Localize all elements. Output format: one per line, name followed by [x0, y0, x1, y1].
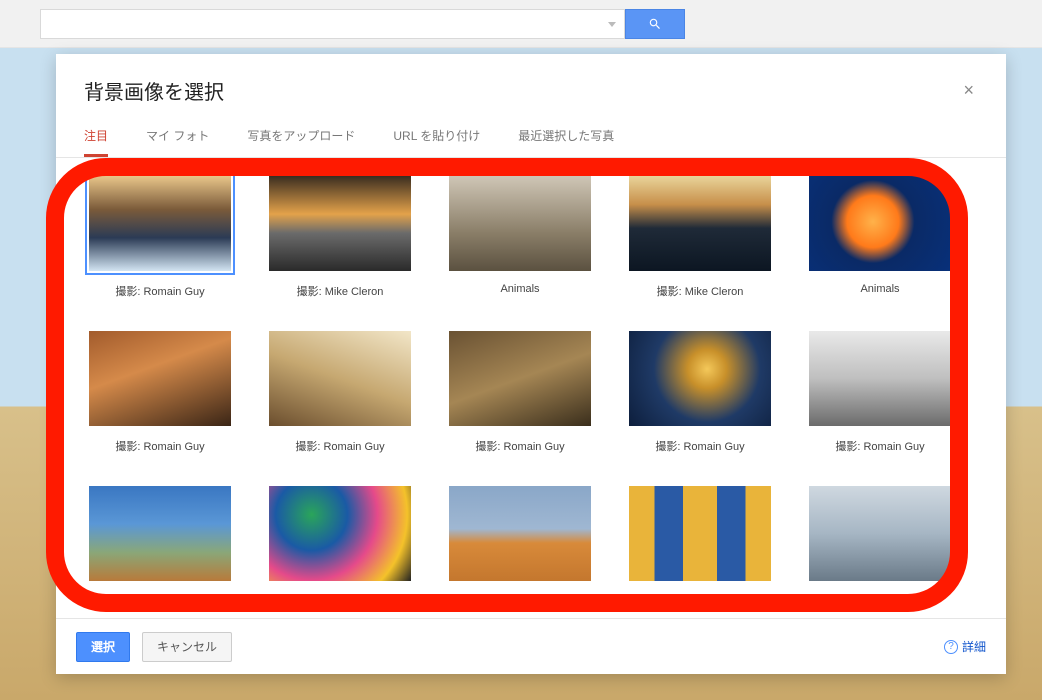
detail-link-label: 詳細 — [962, 638, 986, 655]
image-thumbnail — [809, 486, 951, 581]
close-button[interactable]: × — [959, 76, 978, 105]
dialog-tabs: 注目マイ フォト写真をアップロード URL を貼り付け最近選択した写真 — [56, 119, 1006, 158]
image-option[interactable]: 撮影: Romain Guy — [622, 331, 778, 454]
image-option[interactable] — [622, 486, 778, 593]
image-option[interactable] — [802, 486, 958, 593]
select-button[interactable]: 選択 — [76, 632, 130, 662]
top-search-bar — [0, 0, 1042, 48]
image-grid-container: 撮影: Romain Guy 撮影: Mike Cleron Animals 撮影: … — [56, 158, 1006, 618]
image-option[interactable]: 撮影: Romain Guy — [82, 176, 238, 299]
image-thumbnail — [449, 486, 591, 581]
image-caption: Animals — [860, 283, 899, 295]
search-icon — [648, 17, 662, 31]
image-caption: Animals — [500, 283, 539, 295]
image-thumbnail — [809, 331, 951, 426]
image-caption: 撮影: Romain Guy — [115, 283, 204, 299]
image-option[interactable]: Animals — [802, 176, 958, 299]
image-option[interactable]: 撮影: Mike Cleron — [622, 176, 778, 299]
image-caption: 撮影: Romain Guy — [115, 438, 204, 454]
image-caption: 撮影: Mike Cleron — [657, 283, 744, 299]
image-option[interactable]: 撮影: Romain Guy — [82, 331, 238, 454]
image-option[interactable]: 撮影: Romain Guy — [262, 331, 418, 454]
image-thumbnail — [809, 176, 951, 271]
detail-link[interactable]: ? 詳細 — [944, 638, 986, 655]
image-thumbnail — [269, 331, 411, 426]
image-option[interactable] — [442, 486, 598, 593]
dialog-title: 背景画像を選択 — [84, 76, 224, 105]
image-option[interactable] — [262, 486, 418, 593]
image-thumbnail — [449, 331, 591, 426]
search-button[interactable] — [625, 9, 685, 39]
search-input[interactable] — [40, 9, 625, 39]
chevron-down-icon — [608, 22, 616, 27]
image-option[interactable]: 撮影: Mike Cleron — [262, 176, 418, 299]
image-grid-scroll[interactable]: 撮影: Romain Guy 撮影: Mike Cleron Animals 撮影: … — [56, 158, 1006, 618]
help-icon: ? — [944, 640, 958, 654]
dialog-footer: 選択 キャンセル ? 詳細 — [56, 618, 1006, 674]
image-option[interactable]: 撮影: Romain Guy — [802, 331, 958, 454]
image-caption: 撮影: Romain Guy — [835, 438, 924, 454]
image-thumbnail — [269, 176, 411, 271]
image-option[interactable]: Animals — [442, 176, 598, 299]
tab-0[interactable]: 注目 — [84, 119, 108, 157]
image-grid: 撮影: Romain Guy 撮影: Mike Cleron Animals 撮影: … — [82, 176, 996, 593]
image-caption: 撮影: Mike Cleron — [297, 283, 384, 299]
image-thumbnail — [269, 486, 411, 581]
tab-3[interactable]: URL を貼り付け — [393, 119, 480, 157]
image-thumbnail — [89, 331, 231, 426]
dialog-header: 背景画像を選択 × — [56, 54, 1006, 119]
image-thumbnail — [449, 176, 591, 271]
image-thumbnail — [629, 486, 771, 581]
background-picker-dialog: 背景画像を選択 × 注目マイ フォト写真をアップロード URL を貼り付け最近選択… — [56, 54, 1006, 674]
tab-2[interactable]: 写真をアップロード — [247, 119, 355, 157]
tab-1[interactable]: マイ フォト — [146, 119, 209, 157]
image-thumbnail — [629, 331, 771, 426]
cancel-button[interactable]: キャンセル — [142, 632, 232, 662]
image-option[interactable] — [82, 486, 238, 593]
tab-4[interactable]: 最近選択した写真 — [518, 119, 614, 157]
image-caption: 撮影: Romain Guy — [295, 438, 384, 454]
image-thumbnail — [89, 176, 231, 271]
image-thumbnail — [89, 486, 231, 581]
image-caption: 撮影: Romain Guy — [655, 438, 744, 454]
image-thumbnail — [629, 176, 771, 271]
image-option[interactable]: 撮影: Romain Guy — [442, 331, 598, 454]
image-caption: 撮影: Romain Guy — [475, 438, 564, 454]
